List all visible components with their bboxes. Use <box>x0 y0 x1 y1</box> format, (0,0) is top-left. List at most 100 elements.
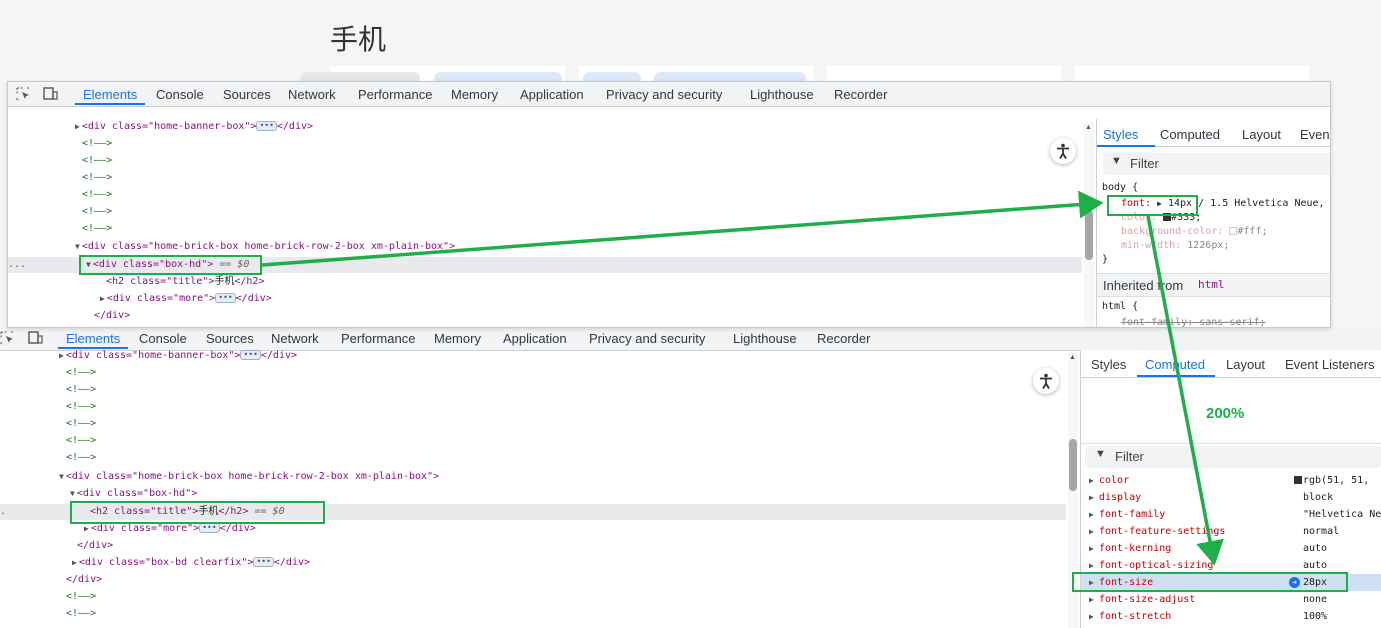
accessibility-icon[interactable] <box>1033 368 1059 394</box>
inspect-icon[interactable] <box>16 87 31 101</box>
devtools-tabbar: Elements Console Sources Network Perform… <box>8 82 1330 107</box>
tab-console[interactable]: Console <box>139 331 187 346</box>
dom-comment[interactable]: <!——> <box>66 365 96 381</box>
color-swatch[interactable] <box>1294 476 1302 484</box>
dom-comment[interactable]: <!——> <box>82 187 112 203</box>
computed-row-font-feature-settings[interactable]: ▶ font-feature-settings normal <box>1081 523 1381 540</box>
scroll-up-icon[interactable]: ▲ <box>1085 124 1092 131</box>
tab-network[interactable]: Network <box>288 87 336 102</box>
dom-comment[interactable]: <!——> <box>82 136 112 152</box>
expand-icon[interactable]: ▶ <box>1089 591 1094 608</box>
accessibility-icon[interactable] <box>1050 138 1076 164</box>
dom-node-box-hd[interactable]: ▼ <div class="box-hd"> <box>70 486 197 502</box>
tab-event-listeners[interactable]: Event Listeners <box>1285 357 1375 372</box>
dom-comment[interactable]: <!——> <box>66 399 96 415</box>
expand-icon[interactable]: ▶ <box>1089 489 1094 506</box>
dom-comment[interactable]: <!——> <box>82 153 112 169</box>
tab-elements[interactable]: Elements <box>74 87 146 105</box>
tab-privacy[interactable]: Privacy and security <box>606 87 722 102</box>
computed-row-font-family[interactable]: ▶ font-family "Helvetica Ne <box>1081 506 1381 523</box>
tab-console[interactable]: Console <box>156 87 204 102</box>
device-toggle-icon[interactable] <box>28 331 43 345</box>
computed-row-font-stretch[interactable]: ▶ font-stretch 100% <box>1081 608 1381 625</box>
tab-privacy[interactable]: Privacy and security <box>589 331 705 346</box>
dom-node-close[interactable]: </div> <box>66 572 102 588</box>
scroll-up-icon[interactable]: ▲ <box>1069 354 1076 361</box>
dom-comment[interactable]: <!——> <box>66 433 96 449</box>
computed-row-font-size-adjust[interactable]: ▶ font-size-adjust none <box>1081 591 1381 608</box>
inspect-icon[interactable] <box>0 331 15 345</box>
tab-lighthouse[interactable]: Lighthouse <box>750 87 814 102</box>
scrollbar-thumb[interactable] <box>1085 210 1093 260</box>
computed-row-color[interactable]: ▶ color rgb(51, 51, <box>1081 472 1381 489</box>
dom-node-more[interactable]: ▶ <div class="more"> ••• </div> <box>100 291 272 307</box>
tab-styles[interactable]: Styles <box>1103 127 1138 142</box>
styles-filter[interactable]: ▼ Filter <box>1103 153 1330 175</box>
tab-styles[interactable]: Styles <box>1091 357 1126 372</box>
tab-recorder[interactable]: Recorder <box>817 331 870 346</box>
tab-application[interactable]: Application <box>520 87 584 102</box>
dom-comment[interactable]: <!——> <box>66 450 96 466</box>
device-toggle-icon[interactable] <box>43 87 58 101</box>
computed-row-display[interactable]: ▶ display block <box>1081 489 1381 506</box>
dom-node-title[interactable]: <h2 class="title">手机</h2> <box>106 274 264 290</box>
tab-network[interactable]: Network <box>271 331 319 346</box>
tab-performance[interactable]: Performance <box>358 87 432 102</box>
computed-row-font-kerning[interactable]: ▶ font-kerning auto <box>1081 540 1381 557</box>
expand-icon[interactable]: ▶ <box>1089 523 1094 540</box>
filter-placeholder: Filter <box>1115 449 1144 464</box>
dom-comment[interactable]: <!——> <box>66 416 96 432</box>
tab-event[interactable]: Event <box>1300 127 1330 142</box>
expand-icon[interactable]: ▶ <box>1089 506 1094 523</box>
dom-tag: </div> <box>219 523 256 534</box>
ellipsis-button[interactable]: ••• <box>215 293 236 303</box>
computed-filter[interactable]: ▼ Filter <box>1085 446 1381 468</box>
tab-computed[interactable]: Computed <box>1145 357 1205 372</box>
expand-icon[interactable]: ▶ <box>1089 472 1094 489</box>
ellipsis-button[interactable]: ••• <box>253 557 274 567</box>
css-decl-font-family[interactable]: font-family: sans-serif; <box>1121 317 1266 327</box>
tab-layout[interactable]: Layout <box>1242 127 1281 142</box>
dom-comment[interactable]: <!——> <box>66 589 96 605</box>
tab-performance[interactable]: Performance <box>341 331 415 346</box>
dom-node-brick[interactable]: ▼ <div class="home-brick-box home-brick-r… <box>59 469 439 485</box>
scrollbar-thumb[interactable] <box>1069 439 1077 491</box>
computed-prop: font-kerning <box>1099 543 1172 554</box>
tab-sources[interactable]: Sources <box>206 331 254 346</box>
css-prop: background-color: <box>1121 226 1224 237</box>
ellipsis-button[interactable]: ••• <box>199 523 220 533</box>
expand-icon[interactable]: ▶ <box>1089 608 1094 625</box>
dom-comment[interactable]: <!——> <box>82 170 112 186</box>
dom-comment[interactable]: <!——> <box>82 221 112 237</box>
dom-tag: <div class="more"> <box>90 523 200 534</box>
row-menu-icon[interactable]: . <box>0 504 6 520</box>
tab-elements[interactable]: Elements <box>57 331 129 349</box>
tab-memory[interactable]: Memory <box>434 331 481 346</box>
tab-sources[interactable]: Sources <box>223 87 271 102</box>
dom-node-box-bd[interactable]: ▶ <div class="box-bd clearfix"> ••• </div> <box>72 555 310 571</box>
ellipsis-button[interactable]: ••• <box>240 350 261 360</box>
dom-comment[interactable]: <!——> <box>82 204 112 220</box>
dom-node-close[interactable]: </div> <box>94 308 130 324</box>
dom-node-close[interactable]: </div> <box>77 538 113 554</box>
tab-application[interactable]: Application <box>503 331 567 346</box>
css-value: 1226px; <box>1187 240 1230 251</box>
dom-node-banner[interactable]: ▶ <div class="home-banner-box"> ••• </div> <box>59 348 297 364</box>
tab-memory[interactable]: Memory <box>451 87 498 102</box>
dom-tag: <div class="home-brick-box home-brick-ro… <box>81 241 456 252</box>
expand-icon[interactable]: ▶ <box>1089 540 1094 557</box>
dom-comment[interactable]: <!——> <box>66 382 96 398</box>
ellipsis-button[interactable]: ••• <box>256 121 277 131</box>
dom-node-brick[interactable]: ▼ <div class="home-brick-box home-brick-r… <box>75 239 455 255</box>
tab-recorder[interactable]: Recorder <box>834 87 887 102</box>
dom-node-banner[interactable]: ▶ <div class="home-banner-box"> ••• </div> <box>75 119 313 135</box>
css-decl-bg[interactable]: background-color: #fff; <box>1121 226 1268 237</box>
inherited-tag[interactable]: html <box>1198 278 1225 291</box>
tab-computed[interactable]: Computed <box>1160 127 1220 142</box>
tab-lighthouse[interactable]: Lighthouse <box>733 331 797 346</box>
row-menu-icon[interactable]: ... <box>8 257 26 273</box>
tab-layout[interactable]: Layout <box>1226 357 1265 372</box>
css-decl-minwidth[interactable]: min-width: 1226px; <box>1121 240 1229 251</box>
inherited-header: Inherited from html <box>1097 273 1330 297</box>
dom-comment[interactable]: <!——> <box>66 606 96 622</box>
